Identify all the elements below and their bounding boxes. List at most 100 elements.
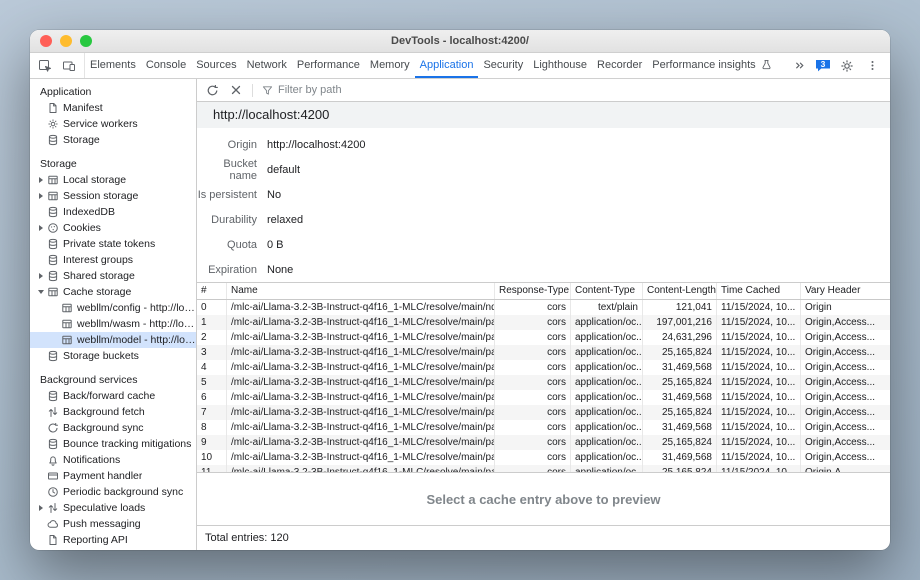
delete-selected-icon[interactable] <box>225 81 247 99</box>
cache-origin-title: http://localhost:4200 <box>197 102 890 128</box>
sidebar-item-shared-storage[interactable]: Shared storage <box>30 268 196 284</box>
sidebar-item-private-state-tokens[interactable]: Private state tokens <box>30 236 196 252</box>
refresh-icon[interactable] <box>201 81 223 99</box>
cache-entry-row-8[interactable]: 8/mlc-ai/Llama-3.2-3B-Instruct-q4f16_1-M… <box>197 420 890 435</box>
cell-vary-header: Origin,Access... <box>801 450 890 465</box>
settings-gear-icon[interactable] <box>835 56 859 76</box>
sidebar-item-push-messaging[interactable]: Push messaging <box>30 516 196 532</box>
cell-content-length: 121,041 <box>643 300 717 315</box>
sidebar-item-storage[interactable]: Storage <box>30 132 196 148</box>
sidebar-item-background-sync[interactable]: Background sync <box>30 420 196 436</box>
zoom-window-button[interactable] <box>80 35 92 47</box>
sidebar-item-label: Back/forward cache <box>63 390 155 402</box>
cache-entry-row-3[interactable]: 3/mlc-ai/Llama-3.2-3B-Instruct-q4f16_1-M… <box>197 345 890 360</box>
column-header-response-type[interactable]: Response-Type <box>495 283 571 299</box>
cache-entry-row-6[interactable]: 6/mlc-ai/Llama-3.2-3B-Instruct-q4f16_1-M… <box>197 390 890 405</box>
minimize-window-button[interactable] <box>60 35 72 47</box>
sidebar-item-speculative-loads[interactable]: Speculative loads <box>30 500 196 516</box>
sidebar-item-webllm-model-http-loc[interactable]: webllm/model - http://loc... <box>30 332 196 348</box>
tab-performance[interactable]: Performance <box>292 53 365 78</box>
sidebar-item-manifest[interactable]: Manifest <box>30 100 196 116</box>
cache-entry-row-9[interactable]: 9/mlc-ai/Llama-3.2-3B-Instruct-q4f16_1-M… <box>197 435 890 450</box>
tab-sources[interactable]: Sources <box>191 53 241 78</box>
sidebar-item-back-forward-cache[interactable]: Back/forward cache <box>30 388 196 404</box>
chevron-down-icon[interactable] <box>36 290 46 294</box>
section-title-application: Application <box>30 84 196 100</box>
sidebar-item-local-storage[interactable]: Local storage <box>30 172 196 188</box>
sidebar-item-label: webllm/model - http://loc... <box>77 334 196 346</box>
sidebar-item-bounce-tracking-mitigations[interactable]: Bounce tracking mitigations <box>30 436 196 452</box>
sidebar-item-reporting-api[interactable]: Reporting API <box>30 532 196 548</box>
metadata-row-is-persistent: Is persistentNo <box>197 182 890 207</box>
total-entries-label: Total entries: 120 <box>197 525 890 550</box>
cell-time-cached: 11/15/2024, 10... <box>717 390 801 405</box>
tab-lighthouse[interactable]: Lighthouse <box>528 53 592 78</box>
bell-icon <box>46 454 60 466</box>
cache-entry-row-5[interactable]: 5/mlc-ai/Llama-3.2-3B-Instruct-q4f16_1-M… <box>197 375 890 390</box>
tab-memory[interactable]: Memory <box>365 53 415 78</box>
chevron-right-icon[interactable] <box>36 225 46 231</box>
cell-name: /mlc-ai/Llama-3.2-3B-Instruct-q4f16_1-ML… <box>227 330 495 345</box>
sidebar-item-cache-storage[interactable]: Cache storage <box>30 284 196 300</box>
tab-label: Security <box>483 59 523 71</box>
cell-response-type: cors <box>495 300 571 315</box>
column-header-vary-header[interactable]: Vary Header <box>801 283 890 299</box>
sidebar-item-webllm-config-http-loc[interactable]: webllm/config - http://loc... <box>30 300 196 316</box>
sidebar-item-cookies[interactable]: Cookies <box>30 220 196 236</box>
tab-security[interactable]: Security <box>478 53 528 78</box>
more-tabs-icon[interactable] <box>787 56 811 76</box>
cache-entry-row-10[interactable]: 10/mlc-ai/Llama-3.2-3B-Instruct-q4f16_1-… <box>197 450 890 465</box>
feedback-chat-icon[interactable]: 3 <box>812 57 834 75</box>
filter-by-path-input[interactable]: Filter by path <box>258 84 346 96</box>
cache-entry-row-1[interactable]: 1/mlc-ai/Llama-3.2-3B-Instruct-q4f16_1-M… <box>197 315 890 330</box>
cell-name: /mlc-ai/Llama-3.2-3B-Instruct-q4f16_1-ML… <box>227 390 495 405</box>
cell-content-length: 25,165,824 <box>643 345 717 360</box>
tab-performance-insights[interactable]: Performance insights <box>647 53 778 78</box>
tab-label: Lighthouse <box>533 59 587 71</box>
cache-entry-row-2[interactable]: 2/mlc-ai/Llama-3.2-3B-Instruct-q4f16_1-M… <box>197 330 890 345</box>
cell-vary-header: Origin,Access... <box>801 330 890 345</box>
sidebar-item-periodic-background-sync[interactable]: Periodic background sync <box>30 484 196 500</box>
chevron-right-icon[interactable] <box>36 177 46 183</box>
sidebar-item-session-storage[interactable]: Session storage <box>30 188 196 204</box>
cache-entry-row-0[interactable]: 0/mlc-ai/Llama-3.2-3B-Instruct-q4f16_1-M… <box>197 300 890 315</box>
tab-elements[interactable]: Elements <box>85 53 141 78</box>
cell-number: 3 <box>197 345 227 360</box>
sidebar-item-label: Local storage <box>63 174 126 186</box>
cell-vary-header: Origin <box>801 300 890 315</box>
tab-network[interactable]: Network <box>242 53 292 78</box>
column-header-content-length[interactable]: Content-Length <box>643 283 717 299</box>
kebab-menu-icon[interactable] <box>860 56 884 76</box>
sidebar-item-webllm-wasm-http-loca[interactable]: webllm/wasm - http://loca... <box>30 316 196 332</box>
inspect-element-icon[interactable] <box>33 56 57 76</box>
sidebar-item-background-fetch[interactable]: Background fetch <box>30 404 196 420</box>
filter-label: Filter by path <box>278 84 342 96</box>
tab-console[interactable]: Console <box>141 53 191 78</box>
tab-application[interactable]: Application <box>415 53 479 78</box>
cell-response-type: cors <box>495 420 571 435</box>
cache-entry-row-7[interactable]: 7/mlc-ai/Llama-3.2-3B-Instruct-q4f16_1-M… <box>197 405 890 420</box>
sidebar-item-payment-handler[interactable]: Payment handler <box>30 468 196 484</box>
column-header-number[interactable]: # <box>197 283 227 299</box>
sidebar-item-interest-groups[interactable]: Interest groups <box>30 252 196 268</box>
sidebar-item-storage-buckets[interactable]: Storage buckets <box>30 348 196 364</box>
column-header-time-cached[interactable]: Time Cached <box>717 283 801 299</box>
device-toolbar-icon[interactable] <box>57 56 81 76</box>
tab-recorder[interactable]: Recorder <box>592 53 647 78</box>
window-titlebar[interactable]: DevTools - localhost:4200/ <box>30 30 890 53</box>
column-header-name[interactable]: Name <box>227 283 495 299</box>
sidebar-item-label: Notifications <box>63 454 120 466</box>
table-icon <box>46 286 60 298</box>
sidebar-item-notifications[interactable]: Notifications <box>30 452 196 468</box>
sidebar-item-label: webllm/wasm - http://loca... <box>77 318 196 330</box>
sidebar-item-indexeddb[interactable]: IndexedDB <box>30 204 196 220</box>
cache-entry-row-11[interactable]: 11/mlc-ai/Llama-3.2-3B-Instruct-q4f16_1-… <box>197 465 890 472</box>
sidebar-item-service-workers[interactable]: Service workers <box>30 116 196 132</box>
column-header-content-type[interactable]: Content-Type <box>571 283 643 299</box>
close-window-button[interactable] <box>40 35 52 47</box>
cache-entry-row-4[interactable]: 4/mlc-ai/Llama-3.2-3B-Instruct-q4f16_1-M… <box>197 360 890 375</box>
chevron-right-icon[interactable] <box>36 505 46 511</box>
chevron-right-icon[interactable] <box>36 273 46 279</box>
chevron-right-icon[interactable] <box>36 193 46 199</box>
table-icon <box>46 174 60 186</box>
